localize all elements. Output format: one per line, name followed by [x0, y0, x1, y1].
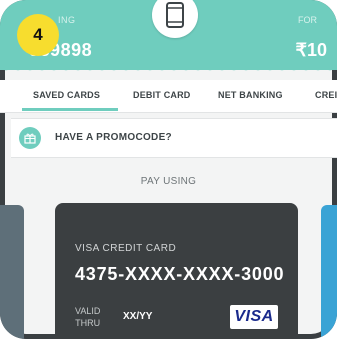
card-number: 4375-XXXX-XXXX-3000 — [75, 264, 285, 284]
next-card-peek[interactable] — [321, 205, 337, 339]
mobile-phone-icon — [166, 2, 184, 28]
recharge-label: ING — [58, 15, 76, 25]
phone-screen: ING 99989898 FOR ₹10 4 SAVED CARDS DEBIT… — [0, 0, 337, 339]
promocode-label: HAVE A PROMOCODE? — [55, 132, 172, 143]
gift-icon — [19, 127, 41, 149]
step-number-badge: 4 — [17, 14, 59, 56]
card-type-label: VISA CREDIT CARD — [75, 243, 177, 254]
for-label: FOR — [298, 15, 317, 25]
tab-net-banking[interactable]: NET BANKING — [218, 90, 283, 100]
recharge-amount: ₹10 — [295, 40, 327, 60]
valid-thru-label: VALID THRU — [75, 306, 101, 328]
card-expiry: XX/YY — [123, 311, 153, 322]
promocode-row[interactable]: HAVE A PROMOCODE? — [11, 118, 337, 158]
saved-card-visa[interactable]: VISA CREDIT CARD 4375-XXXX-XXXX-3000 VAL… — [55, 203, 298, 339]
visa-logo: VISA — [230, 305, 278, 329]
tab-credit-card[interactable]: CREI — [315, 90, 337, 100]
active-tab-indicator — [22, 108, 118, 111]
scallop-edge — [0, 65, 337, 77]
previous-card-peek[interactable] — [0, 205, 24, 339]
tab-debit-card[interactable]: DEBIT CARD — [133, 90, 191, 100]
payment-tabs: SAVED CARDS DEBIT CARD NET BANKING CREI — [0, 80, 337, 113]
tab-saved-cards[interactable]: SAVED CARDS — [33, 90, 100, 100]
pay-using-heading: PAY USING — [140, 176, 197, 187]
